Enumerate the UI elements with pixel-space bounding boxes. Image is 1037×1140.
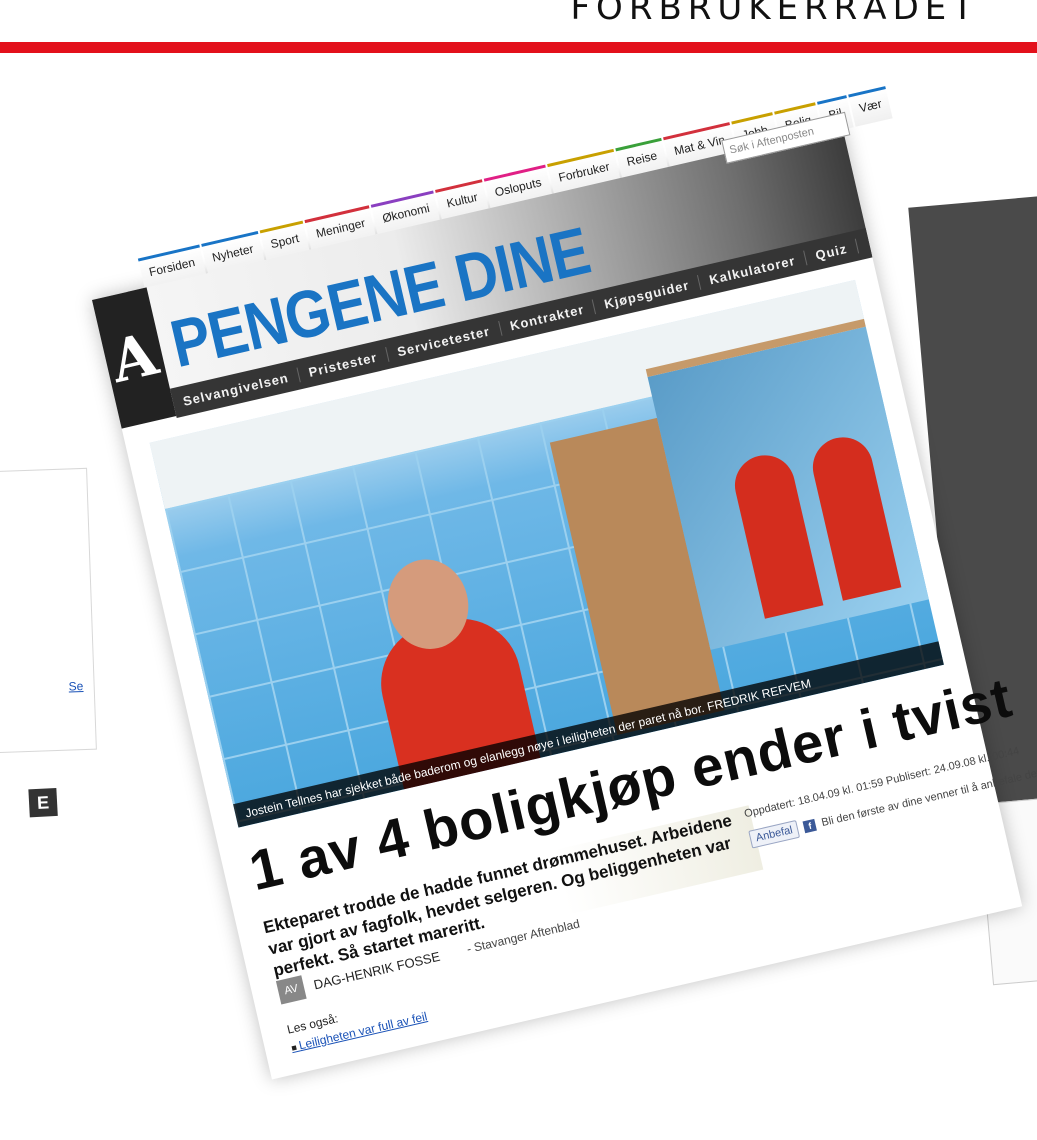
brand-logo-text: FORBRUKERRÅDET (570, 0, 979, 28)
e-icon[interactable]: E (28, 787, 58, 818)
left-background-page: Se (0, 467, 97, 755)
subnav-item[interactable]: Kalkulatorer (698, 250, 808, 290)
related-articles: Les også: Leiligheten var full av feil (286, 992, 429, 1055)
left-background-box: E (0, 772, 100, 1098)
nav-tab[interactable]: Vær (847, 85, 894, 127)
subnav-item[interactable]: Quiz (804, 238, 860, 265)
red-divider (0, 42, 1037, 53)
byline-av-badge: AV (275, 975, 307, 1005)
facebook-icon: f (802, 818, 818, 834)
article-page: Forsiden Nyheter Sport Meninger Økonomi … (92, 85, 1037, 1080)
like-button[interactable]: Anbefal (748, 819, 801, 849)
left-page-link[interactable]: Se (68, 679, 83, 694)
subnav-item[interactable]: Kjøpsguider (592, 274, 702, 314)
